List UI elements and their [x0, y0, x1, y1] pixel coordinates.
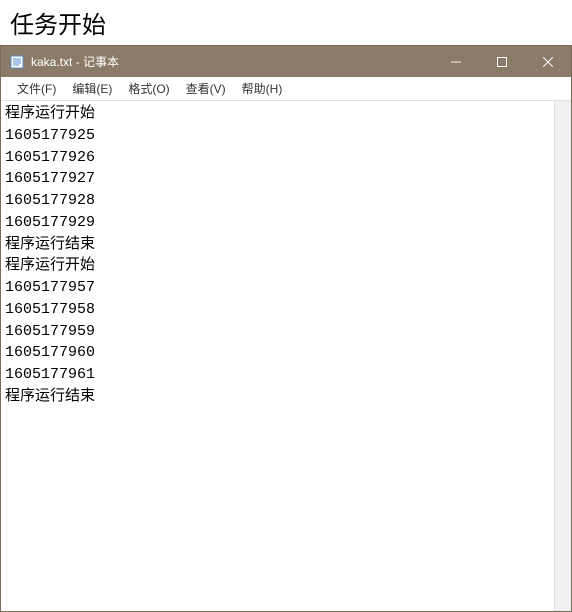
- titlebar[interactable]: kaka.txt - 记事本: [1, 46, 571, 77]
- menu-file[interactable]: 文件(F): [9, 78, 64, 99]
- menu-help[interactable]: 帮助(H): [234, 78, 291, 99]
- text-line: 1605177927: [5, 168, 550, 190]
- menubar: 文件(F) 编辑(E) 格式(O) 查看(V) 帮助(H): [1, 77, 571, 101]
- window-title: kaka.txt - 记事本: [31, 53, 433, 70]
- notepad-window: kaka.txt - 记事本 文件(F) 编辑(E) 格式(O) 查看(V) 帮…: [0, 45, 572, 612]
- text-line: 程序运行结束: [5, 386, 550, 408]
- minimize-button[interactable]: [433, 46, 479, 77]
- page-heading: 任务开始: [0, 0, 572, 45]
- text-line: 程序运行开始: [5, 255, 550, 277]
- text-line: 1605177929: [5, 212, 550, 234]
- content-area: 程序运行开始1605177925160517792616051779271605…: [1, 101, 571, 611]
- menu-format[interactable]: 格式(O): [120, 78, 177, 99]
- maximize-button[interactable]: [479, 46, 525, 77]
- text-line: 1605177957: [5, 277, 550, 299]
- vertical-scrollbar[interactable]: [554, 101, 571, 611]
- notepad-icon: [9, 54, 25, 70]
- text-line: 1605177928: [5, 190, 550, 212]
- window-controls: [433, 46, 571, 77]
- text-line: 1605177925: [5, 125, 550, 147]
- text-line: 1605177960: [5, 342, 550, 364]
- text-line: 1605177959: [5, 321, 550, 343]
- text-line: 程序运行结束: [5, 234, 550, 256]
- text-line: 1605177926: [5, 147, 550, 169]
- menu-view[interactable]: 查看(V): [178, 78, 234, 99]
- text-line: 1605177961: [5, 364, 550, 386]
- text-line: 1605177958: [5, 299, 550, 321]
- close-button[interactable]: [525, 46, 571, 77]
- text-line: 程序运行开始: [5, 103, 550, 125]
- text-editor[interactable]: 程序运行开始1605177925160517792616051779271605…: [1, 101, 554, 611]
- menu-edit[interactable]: 编辑(E): [64, 78, 120, 99]
